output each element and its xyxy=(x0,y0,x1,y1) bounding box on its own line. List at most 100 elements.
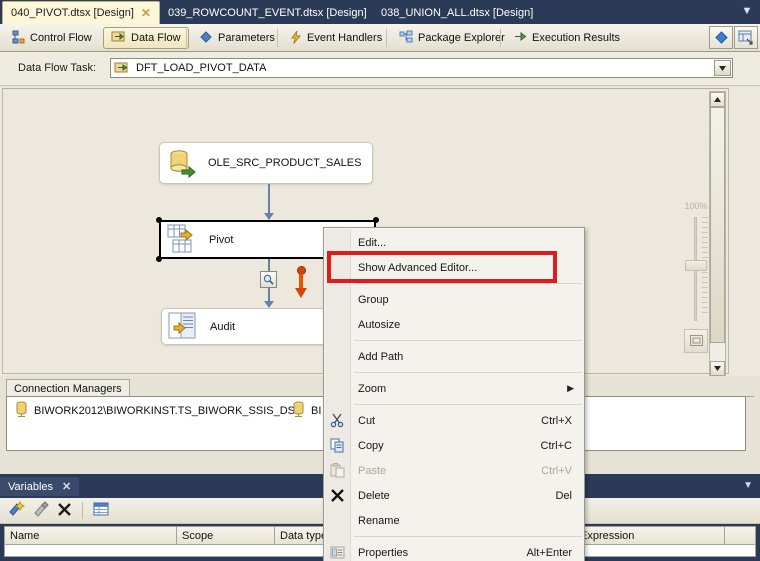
execution-results-icon xyxy=(513,30,527,46)
menu-separator xyxy=(354,404,582,405)
connection-managers-tab[interactable]: Connection Managers xyxy=(6,379,130,397)
path-pivot-to-audit-upper[interactable] xyxy=(268,259,270,271)
menu-item-label: Cut xyxy=(358,414,376,427)
menu-item-autosize[interactable]: Autosize xyxy=(324,312,584,337)
resize-handle-tl[interactable] xyxy=(156,217,162,223)
variables-title-label: Variables xyxy=(8,480,54,493)
menu-item-copy[interactable]: Copy Ctrl+C xyxy=(324,433,584,458)
column-header-expression[interactable]: Expression xyxy=(575,526,725,545)
menu-item-properties[interactable]: Properties Alt+Enter xyxy=(324,540,584,561)
data-flow-icon xyxy=(111,30,126,46)
error-output-arrowhead xyxy=(295,288,307,298)
node-label: Pivot xyxy=(209,233,234,246)
column-header-name[interactable]: Name xyxy=(4,526,177,545)
close-icon[interactable]: ✕ xyxy=(62,480,71,493)
tab-parameters[interactable]: Parameters xyxy=(192,27,282,49)
menu-item-label: Properties xyxy=(358,546,409,559)
tab-overflow-icon[interactable]: ▼ xyxy=(740,5,754,19)
menu-item-shortcut: Alt+Enter xyxy=(526,546,572,559)
menu-item-edit[interactable]: Edit... xyxy=(324,230,584,255)
copy-icon xyxy=(329,437,346,454)
scroll-up-button[interactable] xyxy=(710,92,725,107)
menu-item-label: Rename xyxy=(358,514,400,527)
resize-handle-bl[interactable] xyxy=(156,256,162,262)
resize-handle-tr[interactable] xyxy=(373,217,379,223)
variables-pane-menu-icon[interactable]: ▼ xyxy=(743,480,753,491)
menu-item-label: Copy xyxy=(358,439,384,452)
canvas-vertical-scrollbar[interactable] xyxy=(709,91,726,376)
connection-manager-label: BIWORK2012\BIWORKINST.TS_BIWORK_SSIS_DST xyxy=(34,404,302,417)
document-tab-label: 040_PIVOT.dtsx [Design] xyxy=(11,7,134,19)
data-viewer-icon[interactable] xyxy=(260,271,277,288)
chevron-right-icon: ▶ xyxy=(567,383,574,393)
audit-transform-icon xyxy=(168,311,202,343)
add-variable-icon[interactable] xyxy=(9,500,26,520)
menu-item-label: Zoom xyxy=(358,382,387,395)
document-tab-label: 039_ROWCOUNT_EVENT.dtsx [Design] xyxy=(168,7,367,19)
scrollbar-thumb[interactable] xyxy=(710,107,725,343)
menu-item-label: Delete xyxy=(358,489,390,502)
menu-item-shortcut: Ctrl+V xyxy=(541,464,572,477)
column-header-scope[interactable]: Scope xyxy=(177,526,275,545)
data-flow-task-combobox[interactable]: DFT_LOAD_PIVOT_DATA xyxy=(110,58,733,78)
document-tab-040-pivot[interactable]: 040_PIVOT.dtsx [Design] ✕ xyxy=(2,1,160,24)
parameters-button[interactable] xyxy=(709,26,733,49)
menu-item-cut[interactable]: Cut Ctrl+X xyxy=(324,408,584,433)
menu-separator xyxy=(354,283,582,284)
tab-control-flow[interactable]: Control Flow xyxy=(4,27,99,49)
menu-item-group[interactable]: Group xyxy=(324,287,584,312)
tab-label: Parameters xyxy=(218,32,275,44)
tab-event-handlers[interactable]: Event Handlers xyxy=(283,27,389,49)
toolbar-divider xyxy=(82,502,83,519)
document-tab-label: 038_UNION_ALL.dtsx [Design] xyxy=(381,7,534,19)
grid-options-icon[interactable] xyxy=(93,502,109,520)
tab-label: Event Handlers xyxy=(307,32,383,44)
tab-execution-results[interactable]: Execution Results xyxy=(506,27,627,49)
menu-item-zoom[interactable]: Zoom ▶ xyxy=(324,376,584,401)
menu-separator xyxy=(354,340,582,341)
menu-separator xyxy=(354,372,582,373)
menu-item-show-advanced-editor[interactable]: Show Advanced Editor... xyxy=(324,255,584,280)
node-label: Audit xyxy=(210,320,236,333)
node-ole-src-product-sales[interactable]: OLE_SRC_PRODUCT_SALES xyxy=(159,142,373,184)
tab-data-flow[interactable]: Data Flow xyxy=(103,27,189,49)
connection-managers-tab-label: Connection Managers xyxy=(14,382,122,395)
menu-item-rename[interactable]: Rename xyxy=(324,508,584,533)
path-source-to-pivot[interactable] xyxy=(268,184,270,215)
document-tab-038-union-all[interactable]: 038_UNION_ALL.dtsx [Design] xyxy=(373,2,541,24)
zoom-slider-thumb[interactable] xyxy=(685,260,707,271)
fit-to-window-icon[interactable] xyxy=(684,329,708,353)
data-flow-task-value: DFT_LOAD_PIVOT_DATA xyxy=(136,62,267,74)
designer-toolbar-buttons xyxy=(709,26,758,49)
delete-variable-icon[interactable] xyxy=(33,501,50,520)
designer-tab-row: Control Flow Data Flow Parameters Event … xyxy=(0,24,760,52)
connection-manager-item[interactable]: BIWORK2012\BIWORKINST.TS_BIWORK_SSIS_DST xyxy=(15,401,302,420)
parameters-icon xyxy=(199,30,213,47)
scroll-down-button[interactable] xyxy=(710,361,725,376)
path-arrowhead xyxy=(264,213,274,220)
menu-item-shortcut: Ctrl+C xyxy=(540,439,572,452)
chevron-down-icon[interactable] xyxy=(714,60,731,76)
ole-db-source-icon xyxy=(166,147,200,179)
menu-item-label: Autosize xyxy=(358,318,401,331)
node-label: OLE_SRC_PRODUCT_SALES xyxy=(208,157,362,169)
data-flow-task-bar: Data Flow Task: DFT_LOAD_PIVOT_DATA xyxy=(0,52,760,86)
column-header-extra[interactable] xyxy=(725,526,756,545)
control-flow-icon xyxy=(11,30,25,47)
menu-item-label: Show Advanced Editor... xyxy=(358,261,478,274)
document-tab-039-rowcount-event[interactable]: 039_ROWCOUNT_EVENT.dtsx [Design] xyxy=(160,2,375,24)
menu-item-delete[interactable]: Delete Del xyxy=(324,483,584,508)
tab-package-explorer[interactable]: Package Explorer xyxy=(392,27,512,49)
context-menu[interactable]: Edit... Show Advanced Editor... Group Au… xyxy=(323,227,585,561)
scissors-icon xyxy=(329,412,346,429)
x-icon[interactable] xyxy=(57,502,72,520)
menu-item-shortcut: Del xyxy=(555,489,572,502)
variables-title-tab[interactable]: Variables ✕ xyxy=(0,477,80,496)
connection-manager-item[interactable]: BI xyxy=(292,401,321,420)
menu-item-label: Paste xyxy=(358,464,387,477)
menu-item-add-path[interactable]: Add Path xyxy=(324,344,584,369)
paste-icon xyxy=(329,462,346,479)
close-icon[interactable]: ✕ xyxy=(141,7,151,19)
variables-button[interactable] xyxy=(734,26,758,49)
menu-separator xyxy=(354,536,582,537)
